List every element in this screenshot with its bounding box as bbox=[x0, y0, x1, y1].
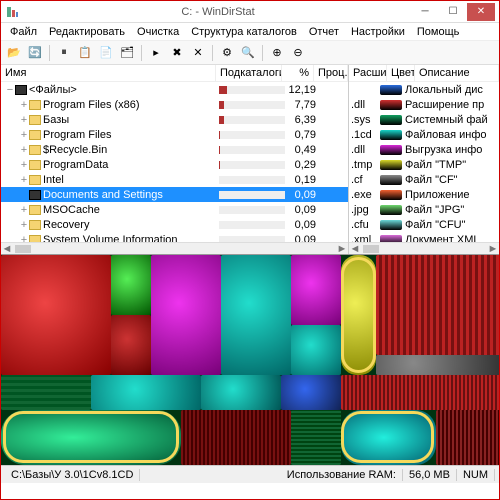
ext-row[interactable]: .sysСистемный фай bbox=[349, 112, 499, 127]
ext-row[interactable]: .1cdФайловая инфо bbox=[349, 127, 499, 142]
tree-row[interactable]: +Базы6,39 bbox=[1, 112, 348, 127]
properties[interactable]: ⚙ bbox=[218, 44, 236, 62]
ext-row[interactable]: .dllВыгрузка инфо bbox=[349, 142, 499, 157]
tree-rows: −<Файлы>12,19+Program Files (x86)7,79+Ба… bbox=[1, 82, 348, 242]
ext-rows: Локальный дис.dllРасширение пр.sysСистем… bbox=[349, 82, 499, 242]
tree-row[interactable]: +ProgramData0,29 bbox=[1, 157, 348, 172]
refresh[interactable]: 🔄 bbox=[26, 44, 44, 62]
zoom-out[interactable]: ⊖ bbox=[289, 44, 307, 62]
status-num: NUM bbox=[457, 469, 495, 481]
tree-row[interactable]: −<Файлы>12,19 bbox=[1, 82, 348, 97]
close-button[interactable]: ✕ bbox=[467, 3, 495, 21]
menu-Редактировать[interactable]: Редактировать bbox=[44, 25, 130, 39]
ext-row[interactable]: Локальный дис bbox=[349, 82, 499, 97]
copy-files[interactable]: 📄 bbox=[97, 44, 115, 62]
highlight-region bbox=[3, 411, 179, 463]
cmd[interactable]: ▸ bbox=[147, 44, 165, 62]
statusbar: C:\Базы\У 3.0\1Cv8.1CD Использование RAM… bbox=[1, 465, 499, 483]
ext-row[interactable]: .jpgФайл "JPG" bbox=[349, 202, 499, 217]
toolbar: 📂🔄 ⏸📋📄🗂 ▸✖✕ ⚙🔍 ⊕⊖ bbox=[1, 41, 499, 65]
tree-row[interactable]: +Recovery0,09 bbox=[1, 217, 348, 232]
ext-row[interactable]: .cfФайл "CF" bbox=[349, 172, 499, 187]
tree-pane: Имя Подкаталоги % Проц... −<Файлы>12,19+… bbox=[1, 65, 349, 254]
col-ext[interactable]: Расши... bbox=[349, 65, 387, 81]
menu-Очистка[interactable]: Очистка bbox=[132, 25, 184, 39]
menu-Помощь[interactable]: Помощь bbox=[412, 25, 465, 39]
col-pct[interactable]: % bbox=[282, 65, 314, 81]
window-title: C: - WinDirStat bbox=[25, 6, 411, 18]
ext-row[interactable]: .dllРасширение пр bbox=[349, 97, 499, 112]
titlebar: C: - WinDirStat ─ ☐ ✕ bbox=[1, 1, 499, 23]
ext-row[interactable]: .exeПриложение bbox=[349, 187, 499, 202]
minimize-button[interactable]: ─ bbox=[411, 3, 439, 21]
tree-row[interactable]: Documents and Settings0,09 bbox=[1, 187, 348, 202]
highlight-region bbox=[341, 411, 434, 463]
menu-Отчет[interactable]: Отчет bbox=[304, 25, 344, 39]
menu-Файл[interactable]: Файл bbox=[5, 25, 42, 39]
ext-row[interactable]: .tmpФайл "TMP" bbox=[349, 157, 499, 172]
ext-scrollbar[interactable]: ◄► bbox=[349, 242, 499, 254]
col-sub[interactable]: Подкаталоги bbox=[216, 65, 282, 81]
delete[interactable]: ✕ bbox=[189, 44, 207, 62]
status-path: C:\Базы\У 3.0\1Cv8.1CD bbox=[5, 469, 140, 481]
highlight-region bbox=[341, 257, 376, 373]
folder-open[interactable]: 📂 bbox=[5, 44, 23, 62]
tree-row[interactable]: +Program Files (x86)7,79 bbox=[1, 97, 348, 112]
tree-row[interactable]: +Intel0,19 bbox=[1, 172, 348, 187]
app-icon bbox=[5, 5, 19, 19]
ext-header: Расши... Цвет Описание bbox=[349, 65, 499, 82]
status-ram-label: Использование RAM: bbox=[281, 469, 403, 481]
col-desc[interactable]: Описание bbox=[415, 65, 499, 81]
maximize-button[interactable]: ☐ bbox=[439, 3, 467, 21]
col-proc[interactable]: Проц... bbox=[314, 65, 348, 81]
delete-tree[interactable]: ✖ bbox=[168, 44, 186, 62]
menubar: ФайлРедактироватьОчисткаСтруктура катало… bbox=[1, 23, 499, 41]
col-name[interactable]: Имя bbox=[1, 65, 216, 81]
tree-scrollbar[interactable]: ◄► bbox=[1, 242, 348, 254]
ext-row[interactable]: .cfuФайл "CFU" bbox=[349, 217, 499, 232]
col-color[interactable]: Цвет bbox=[387, 65, 415, 81]
tree-row[interactable]: +Program Files0,79 bbox=[1, 127, 348, 142]
treemap[interactable] bbox=[1, 255, 499, 465]
tree-row[interactable]: +MSOCache0,09 bbox=[1, 202, 348, 217]
status-ram-value: 56,0 MB bbox=[403, 469, 457, 481]
ext-row[interactable]: .xmlДокумент XML bbox=[349, 232, 499, 242]
explore[interactable]: 🗂 bbox=[118, 44, 136, 62]
menu-Настройки[interactable]: Настройки bbox=[346, 25, 410, 39]
zoom-in[interactable]: ⊕ bbox=[268, 44, 286, 62]
copy-children[interactable]: 📋 bbox=[76, 44, 94, 62]
tree-header: Имя Подкаталоги % Проц... bbox=[1, 65, 348, 82]
tree-row[interactable]: +$Recycle.Bin0,49 bbox=[1, 142, 348, 157]
ext-pane: Расши... Цвет Описание Локальный дис.dll… bbox=[349, 65, 499, 254]
tree-row[interactable]: +System Volume Information0,09 bbox=[1, 232, 348, 242]
help-icon[interactable]: 🔍 bbox=[239, 44, 257, 62]
menu-Структура каталогов[interactable]: Структура каталогов bbox=[186, 25, 302, 39]
pause[interactable]: ⏸ bbox=[55, 44, 73, 62]
